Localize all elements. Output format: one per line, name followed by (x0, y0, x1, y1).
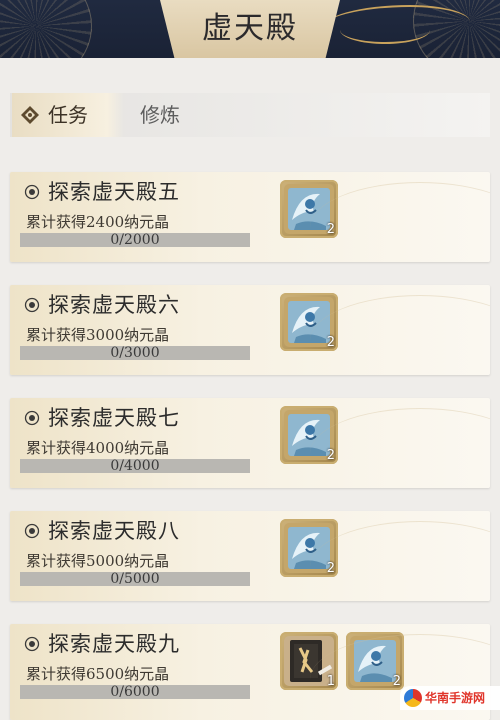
header-banner: 虚天殿 (0, 0, 500, 58)
tab-task[interactable]: 任务 (12, 93, 124, 137)
target-bullet-icon (24, 410, 40, 426)
watermark: 华南手游网 (400, 686, 500, 710)
target-bullet-icon (24, 636, 40, 652)
reward-count: 2 (326, 222, 335, 237)
page-title: 虚天殿 (202, 11, 298, 46)
task-name: 探索虚天殿八 (48, 519, 180, 543)
task-card[interactable]: 探索虚天殿七累计获得4000纳元晶 0/4000 2 (10, 398, 490, 488)
task-name: 探索虚天殿五 (48, 180, 180, 204)
target-bullet-icon (24, 523, 40, 539)
fan-decoration-icon (0, 0, 92, 58)
reward-item[interactable]: 2 (280, 406, 338, 464)
target-bullet-icon (24, 297, 40, 313)
reward-count: 2 (326, 448, 335, 463)
task-name: 探索虚天殿九 (48, 632, 180, 656)
tab-train[interactable]: 修炼 (140, 93, 180, 137)
task-card[interactable]: 探索虚天殿八累计获得5000纳元晶 0/5000 2 (10, 511, 490, 601)
task-description: 累计获得4000纳元晶 (26, 439, 170, 457)
reward-count: 2 (326, 335, 335, 350)
reward-item[interactable]: 1 (280, 632, 338, 690)
task-progress-text: 0/5000 (110, 571, 160, 587)
task-description: 累计获得5000纳元晶 (26, 552, 170, 570)
watermark-text: 华南手游网 (425, 691, 486, 705)
task-description: 累计获得2400纳元晶 (26, 213, 170, 231)
reward-item[interactable]: 2 (280, 519, 338, 577)
target-bullet-icon (24, 184, 40, 200)
task-progress-text: 0/4000 (110, 458, 160, 474)
diamond-tab-icon (21, 106, 39, 124)
tab-task-label: 任务 (48, 103, 88, 127)
reward-item[interactable]: 2 (280, 293, 338, 351)
task-card[interactable]: 探索虚天殿六累计获得3000纳元晶 0/3000 2 (10, 285, 490, 375)
reward-item[interactable]: 2 (346, 632, 404, 690)
task-description: 累计获得6500纳元晶 (26, 665, 170, 683)
task-progress-text: 0/3000 (110, 345, 160, 361)
reward-item[interactable]: 2 (280, 180, 338, 238)
cloud-decoration-icon (340, 16, 430, 44)
task-card[interactable]: 探索虚天殿五累计获得2400纳元晶 0/2000 2 (10, 172, 490, 262)
task-description: 累计获得3000纳元晶 (26, 326, 170, 344)
site-logo-icon (404, 689, 422, 707)
reward-count: 1 (326, 674, 335, 689)
reward-count: 2 (392, 674, 401, 689)
reward-count: 2 (326, 561, 335, 576)
task-name: 探索虚天殿六 (48, 293, 180, 317)
task-name: 探索虚天殿七 (48, 406, 180, 430)
task-progress-text: 0/2000 (110, 232, 160, 248)
task-progress-text: 0/6000 (110, 684, 160, 700)
